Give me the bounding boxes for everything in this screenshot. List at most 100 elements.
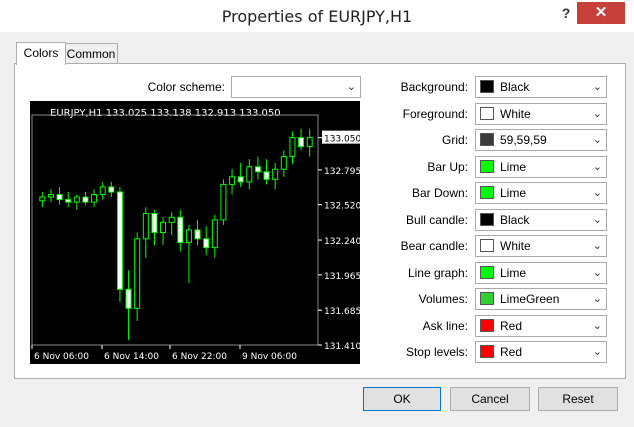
color-swatch — [480, 107, 494, 120]
window-title: Properties of EURJPY,H1 — [221, 7, 413, 26]
candle-body — [160, 221, 167, 233]
price-label: 132.795 — [324, 167, 360, 177]
color-name: Black — [500, 213, 530, 227]
candle-body — [220, 183, 227, 221]
price-label: 133.050 — [324, 135, 360, 145]
color-select[interactable]: Black ⌄ — [475, 76, 607, 98]
candle-body — [73, 196, 80, 203]
cancel-button[interactable]: Cancel — [450, 387, 530, 411]
color-swatch — [480, 160, 494, 173]
tab-common[interactable]: Common — [64, 43, 118, 64]
color-select[interactable]: Red ⌄ — [475, 315, 607, 337]
candle-body — [168, 216, 175, 223]
prop-label: Bull candle: — [405, 213, 468, 227]
candlestick-chart: EURJPY,H1 133.025 133.138 132.913 133.05… — [30, 101, 361, 364]
color-name: Red — [500, 319, 523, 333]
candle-body — [56, 194, 63, 201]
candle-body — [125, 288, 132, 309]
color-select[interactable]: White ⌄ — [475, 235, 607, 257]
color-swatch — [480, 213, 494, 226]
candle-body — [272, 168, 279, 180]
candle-body — [246, 166, 253, 183]
candle-body — [263, 171, 270, 180]
prop-label: Line graph: — [407, 266, 468, 280]
prop-label: Stop levels: — [405, 345, 468, 359]
chevron-down-icon: ⌄ — [592, 240, 602, 252]
color-name: White — [500, 107, 531, 121]
time-label: 9 Nov 06:00 — [242, 352, 297, 362]
candle-body — [237, 176, 244, 183]
help-button[interactable]: ? — [552, 2, 580, 24]
color-name: White — [500, 239, 531, 253]
chevron-down-icon: ⌄ — [592, 134, 602, 146]
prop-label: Bear candle: — [400, 239, 468, 253]
time-label: 6 Nov 14:00 — [104, 352, 159, 362]
candle-body — [91, 194, 98, 203]
chart-header: EURJPY,H1 133.025 133.138 132.913 133.05… — [50, 108, 281, 119]
color-select[interactable]: 59,59,59 ⌄ — [475, 129, 607, 151]
ok-button[interactable]: OK — [363, 387, 441, 411]
color-swatch — [480, 239, 494, 252]
color-swatch — [480, 80, 494, 93]
color-select[interactable]: Black ⌄ — [475, 209, 607, 231]
prop-label: Bar Down: — [411, 186, 468, 200]
chevron-down-icon: ⌄ — [592, 293, 602, 305]
price-label: 131.410 — [324, 342, 360, 352]
candle-body — [203, 238, 210, 249]
color-name: Black — [500, 80, 530, 94]
color-select[interactable]: White ⌄ — [475, 103, 607, 125]
color-select[interactable]: LimeGreen ⌄ — [475, 288, 607, 310]
chevron-down-icon: ⌄ — [592, 81, 602, 93]
color-swatch — [480, 133, 494, 146]
color-swatch — [480, 345, 494, 358]
close-button[interactable]: ✕ — [577, 2, 625, 24]
color-swatch — [480, 319, 494, 332]
color-name: Lime — [500, 186, 527, 200]
candle-body — [194, 229, 201, 240]
candle-body — [254, 166, 261, 173]
price-label: 132.520 — [324, 202, 360, 212]
candle-body — [82, 196, 89, 203]
candle-body — [289, 137, 296, 158]
prop-label: Bar Up: — [427, 160, 468, 174]
chevron-down-icon: ⌄ — [592, 320, 602, 332]
time-label: 6 Nov 06:00 — [34, 352, 89, 362]
color-select[interactable]: Lime ⌄ — [475, 262, 607, 284]
tab-colors[interactable]: Colors — [16, 42, 66, 65]
chevron-down-icon: ⌄ — [592, 267, 602, 279]
candle-body — [116, 191, 123, 290]
prop-label: Foreground: — [402, 107, 468, 121]
color-name: Red — [500, 345, 523, 359]
prop-label: Grid: — [441, 133, 468, 147]
candle-body — [211, 219, 218, 249]
color-select[interactable]: Red ⌄ — [475, 341, 607, 363]
time-label: 6 Nov 22:00 — [172, 352, 227, 362]
title-bar: Properties of EURJPY,H1 ? ✕ — [0, 0, 634, 32]
chevron-down-icon: ⌄ — [592, 108, 602, 120]
candle-body — [306, 137, 313, 147]
color-select[interactable]: Lime ⌄ — [475, 156, 607, 178]
candle-body — [65, 199, 72, 203]
candle-body — [280, 156, 287, 170]
color-swatch — [480, 186, 494, 199]
color-name: LimeGreen — [500, 292, 560, 306]
candle-body — [229, 176, 236, 185]
prop-label: Ask line: — [422, 319, 468, 333]
chevron-down-icon: ⌄ — [592, 346, 602, 358]
candle-body — [298, 137, 305, 147]
prop-label: Volumes: — [418, 292, 468, 306]
candle-body — [108, 186, 115, 193]
chevron-down-icon: ⌄ — [346, 81, 356, 93]
candle-body — [142, 213, 149, 240]
chart-preview: EURJPY,H1 133.025 133.138 132.913 133.05… — [30, 101, 361, 364]
candle-body — [185, 229, 192, 244]
chevron-down-icon: ⌄ — [592, 214, 602, 226]
color-select[interactable]: Lime ⌄ — [475, 182, 607, 204]
reset-button[interactable]: Reset — [538, 387, 618, 411]
chevron-down-icon: ⌄ — [592, 161, 602, 173]
color-scheme-select[interactable]: ⌄ — [231, 76, 361, 98]
color-swatch — [480, 266, 494, 279]
prop-label: Background: — [400, 80, 468, 94]
price-label: 132.240 — [324, 237, 360, 247]
candle-body — [39, 196, 46, 202]
